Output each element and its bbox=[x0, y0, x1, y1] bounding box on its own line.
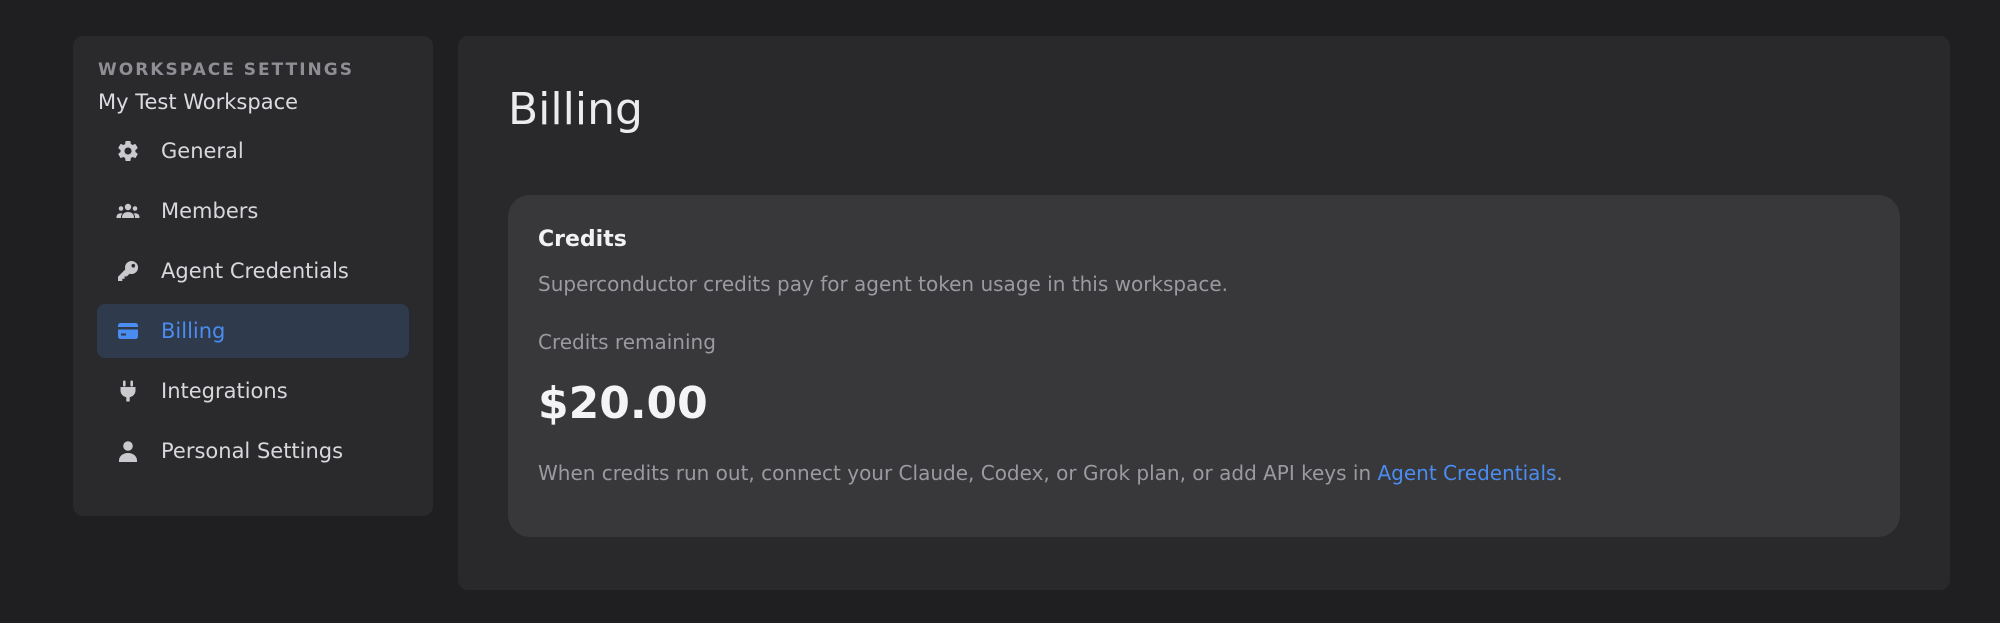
credit-card-icon bbox=[115, 318, 141, 344]
key-icon bbox=[115, 258, 141, 284]
page-title: Billing bbox=[508, 84, 643, 135]
sidebar-item-billing[interactable]: Billing bbox=[97, 304, 409, 358]
workspace-name: My Test Workspace bbox=[98, 90, 299, 114]
sidebar-nav: General Members Agent Credentials Billin… bbox=[97, 124, 409, 478]
sidebar-item-members[interactable]: Members bbox=[97, 184, 409, 238]
card-title: Credits bbox=[538, 227, 627, 252]
sidebar-item-label: Personal Settings bbox=[161, 439, 344, 463]
sidebar-item-label: Billing bbox=[161, 319, 226, 343]
sidebar-item-label: General bbox=[161, 139, 244, 163]
sidebar-heading: WORKSPACE SETTINGS bbox=[98, 60, 354, 80]
user-icon bbox=[115, 438, 141, 464]
settings-sidebar: WORKSPACE SETTINGS My Test Workspace Gen… bbox=[73, 36, 433, 516]
sidebar-item-personal-settings[interactable]: Personal Settings bbox=[97, 424, 409, 478]
credits-amount: $20.00 bbox=[538, 378, 708, 429]
sidebar-item-general[interactable]: General bbox=[97, 124, 409, 178]
credits-note-suffix: . bbox=[1556, 461, 1563, 485]
gear-icon bbox=[115, 138, 141, 164]
main-panel: Billing Credits Superconductor credits p… bbox=[458, 36, 1950, 590]
sidebar-item-label: Agent Credentials bbox=[161, 259, 349, 283]
agent-credentials-link[interactable]: Agent Credentials bbox=[1378, 461, 1557, 485]
credits-note-text: When credits run out, connect your Claud… bbox=[538, 461, 1378, 485]
credits-card: Credits Superconductor credits pay for a… bbox=[508, 195, 1900, 537]
credits-remaining-label: Credits remaining bbox=[538, 330, 716, 354]
card-description: Superconductor credits pay for agent tok… bbox=[538, 272, 1229, 296]
users-icon bbox=[115, 198, 141, 224]
sidebar-item-agent-credentials[interactable]: Agent Credentials bbox=[97, 244, 409, 298]
sidebar-item-label: Members bbox=[161, 199, 259, 223]
credits-note: When credits run out, connect your Claud… bbox=[538, 461, 1870, 485]
sidebar-item-label: Integrations bbox=[161, 379, 288, 403]
sidebar-item-integrations[interactable]: Integrations bbox=[97, 364, 409, 418]
plug-icon bbox=[115, 378, 141, 404]
